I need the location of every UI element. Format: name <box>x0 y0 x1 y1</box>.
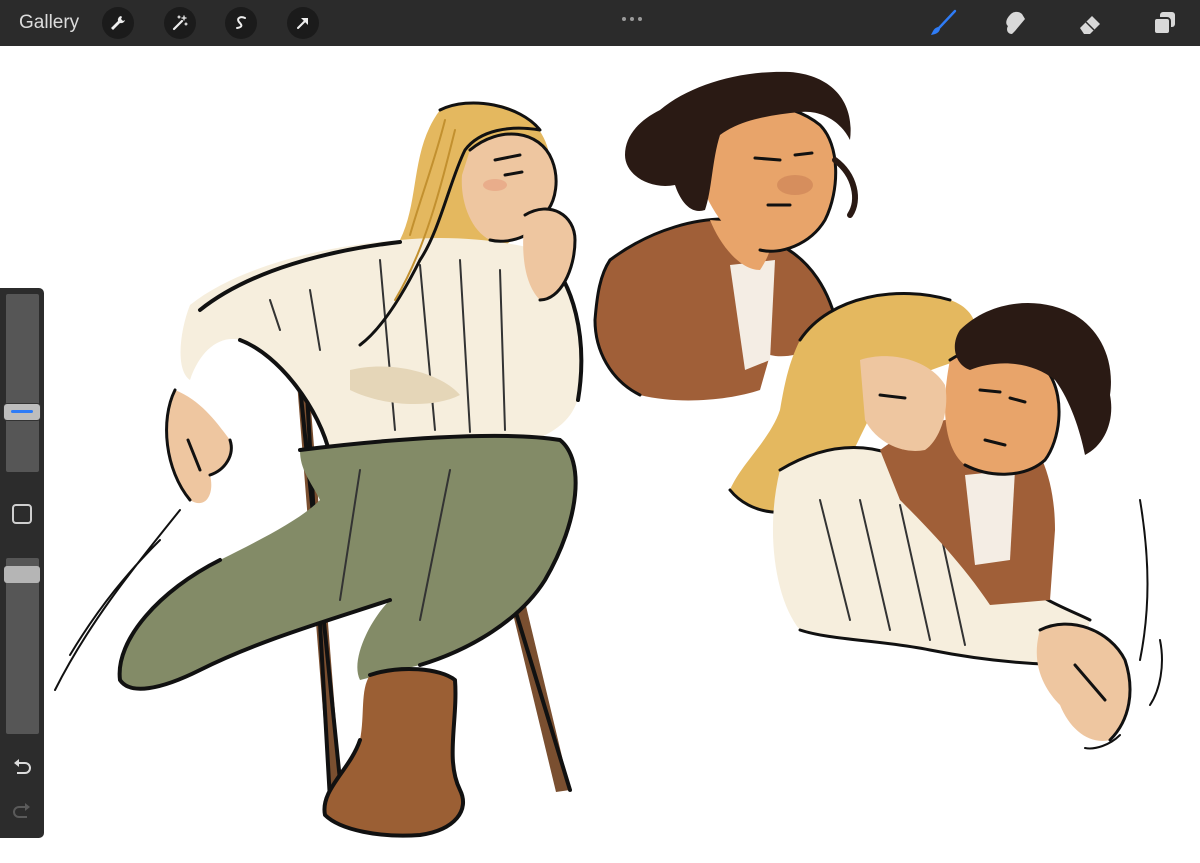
opacity-track[interactable] <box>6 558 39 734</box>
more-options-icon[interactable] <box>620 8 644 21</box>
layers-icon[interactable] <box>1150 8 1180 38</box>
brush-icon[interactable] <box>928 8 958 38</box>
brush-size-slider[interactable] <box>4 404 40 421</box>
eraser-icon[interactable] <box>1075 8 1105 38</box>
wrench-icon[interactable] <box>102 7 134 39</box>
hanging-hand <box>166 390 232 504</box>
modify-square-icon[interactable] <box>8 500 36 528</box>
brown-boot <box>324 668 464 836</box>
brush-sidebar <box>0 288 44 838</box>
selection-icon[interactable] <box>225 7 257 39</box>
drawing-canvas[interactable] <box>0 46 1200 863</box>
gallery-button[interactable]: Gallery <box>19 12 79 34</box>
magic-wand-icon[interactable] <box>164 7 196 39</box>
undo-icon[interactable] <box>8 752 36 780</box>
smudge-icon[interactable] <box>1001 8 1031 38</box>
opacity-slider[interactable] <box>4 565 40 583</box>
hugging-pair-artwork <box>728 291 1163 750</box>
redo-icon[interactable] <box>8 796 36 824</box>
top-toolbar: Gallery <box>0 0 1200 46</box>
embrace-light-face <box>860 356 947 451</box>
seated-figure-artwork <box>54 101 584 838</box>
brush-size-indicator <box>11 410 33 414</box>
transform-arrow-icon[interactable] <box>287 7 319 39</box>
embrace-hand <box>1036 624 1130 741</box>
brush-size-track[interactable] <box>6 294 39 472</box>
